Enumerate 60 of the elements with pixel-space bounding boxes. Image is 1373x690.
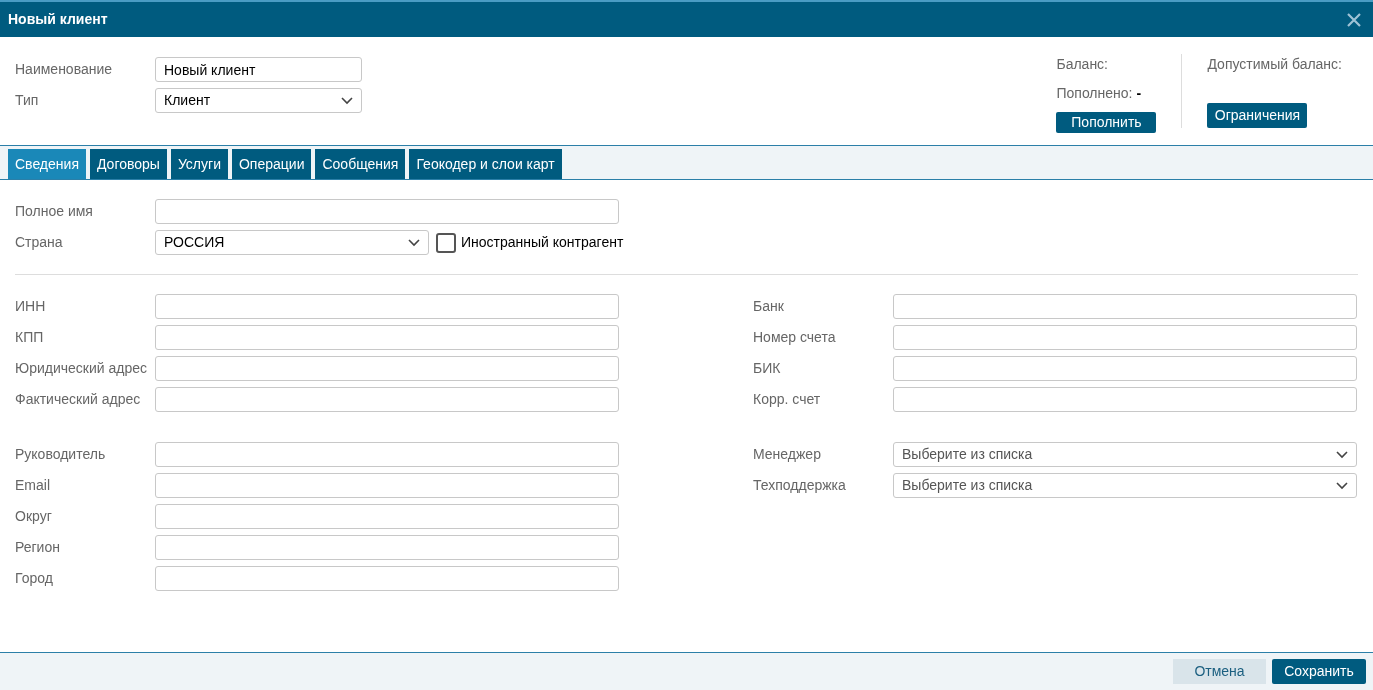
input-field[interactable]: Новый клиент [155, 57, 362, 82]
input-field[interactable] [893, 356, 1357, 381]
chevron-down-icon [1336, 481, 1348, 490]
tab[interactable]: Услуги [170, 149, 228, 179]
field-label: ИНН [15, 297, 47, 316]
input-field[interactable] [155, 566, 619, 591]
tab[interactable]: Договоры [89, 149, 167, 179]
input-field[interactable] [155, 199, 619, 224]
field-label: БИК [753, 359, 782, 378]
checkbox[interactable] [436, 232, 456, 253]
field-label: Город [15, 569, 54, 588]
select-field[interactable]: Клиент [155, 88, 362, 113]
input-field[interactable] [155, 356, 619, 381]
input-field[interactable] [893, 325, 1357, 350]
field-label: Наименование [15, 60, 114, 79]
input-field[interactable] [155, 325, 619, 350]
input-field[interactable] [893, 294, 1357, 319]
field-label: Юридический адрес [15, 359, 148, 378]
chevron-down-icon [341, 96, 353, 105]
field-label: Тип [15, 91, 40, 110]
balance-label: Баланс: [1056, 55, 1109, 74]
top-up-button[interactable]: Пополнить [1056, 112, 1157, 133]
replenished-value: - [1136, 84, 1142, 103]
field-label: Менеджер [753, 445, 822, 464]
field-label: Корр. счет [753, 390, 822, 409]
save-button[interactable]: Сохранить [1272, 659, 1366, 684]
field-label: Страна [15, 233, 64, 252]
input-field[interactable] [155, 294, 619, 319]
field-label: Полное имя [15, 202, 94, 221]
chevron-down-icon [1336, 450, 1348, 459]
input-field[interactable] [155, 387, 619, 412]
select-field[interactable]: РОССИЯ [155, 230, 429, 255]
allowed-balance-label: Допустимый баланс: [1207, 55, 1342, 74]
input-field[interactable] [893, 387, 1357, 412]
input-field[interactable] [155, 442, 619, 467]
input-field[interactable] [155, 535, 619, 560]
field-label: Руководитель [15, 445, 107, 464]
tab[interactable]: Геокодер и слои карт [409, 149, 562, 179]
tab[interactable]: Сообщения [315, 149, 406, 179]
select-field[interactable]: Выберите из списка [893, 442, 1357, 467]
tab[interactable]: Операции [231, 149, 312, 179]
field-label: Округ [15, 507, 53, 526]
tab[interactable]: Сведения [8, 149, 86, 179]
select-field[interactable]: Выберите из списка [893, 473, 1357, 498]
limits-button[interactable]: Ограничения [1207, 103, 1308, 128]
close-icon[interactable] [1347, 12, 1361, 27]
input-field[interactable] [155, 473, 619, 498]
field-label: Банк [753, 297, 785, 316]
field-label: КПП [15, 328, 45, 347]
field-label: Регион [15, 538, 61, 557]
cancel-button[interactable]: Отмена [1173, 659, 1266, 684]
replenished-label: Пополнено: [1056, 84, 1133, 103]
field-label: Email [15, 476, 51, 495]
input-field[interactable] [155, 504, 619, 529]
window-title: Новый клиент [8, 10, 108, 29]
field-label: Номер счета [753, 328, 837, 347]
field-label: Фактический адрес [15, 390, 142, 409]
chevron-down-icon [408, 238, 420, 247]
checkbox-label: Иностранный контрагент [461, 233, 624, 252]
field-label: Техподдержка [753, 476, 847, 495]
